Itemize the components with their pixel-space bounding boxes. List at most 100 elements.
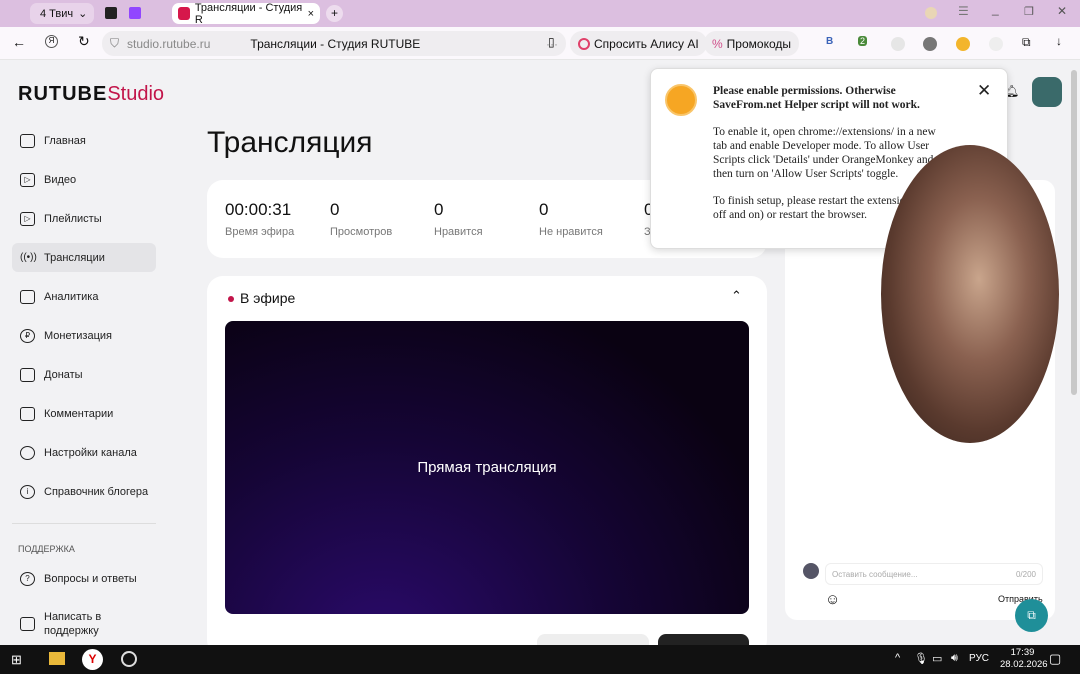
language-indicator[interactable]: РУС xyxy=(969,653,989,664)
sidebar-item-label: Написать в поддержку xyxy=(44,611,102,637)
stat-label: Нравится xyxy=(434,226,483,238)
taskbar: ⊞ Y ^ 🎙︎ ▭ 🔊︎ РУС 17:39 28.02.2026 ▢ xyxy=(0,645,1080,674)
chat-bubbles-icon: ⧉ xyxy=(1027,608,1036,622)
notifications-icon[interactable]: ▢ xyxy=(1049,651,1061,667)
extension-icon[interactable] xyxy=(891,37,905,51)
yandex-browser-icon[interactable]: Y xyxy=(82,649,103,670)
sidebar-item-label: Справочник блогера xyxy=(44,485,149,498)
tab-label: Трансляции - Студия R xyxy=(194,1,303,26)
clock[interactable]: 17:39 28.02.2026 xyxy=(1000,647,1048,671)
back-icon[interactable]: ← xyxy=(12,34,26,50)
windows-start-icon[interactable]: ⊞ xyxy=(11,652,22,668)
tray-up-icon[interactable]: ^ xyxy=(895,652,900,664)
network-icon[interactable]: ▭ xyxy=(932,652,942,665)
microphone-icon[interactable]: 🎙︎ xyxy=(914,652,928,665)
extension-badge-icon[interactable]: 2 xyxy=(858,36,868,46)
analytics-icon xyxy=(20,289,35,304)
bookmark-icon[interactable]: ▯ xyxy=(548,35,555,49)
scrollbar[interactable] xyxy=(1071,70,1077,395)
volume-icon[interactable]: 🔊︎ xyxy=(951,652,958,665)
file-explorer-icon[interactable] xyxy=(49,652,65,665)
live-label: В эфире xyxy=(240,290,296,306)
chat-message-input[interactable]: Оставить сообщение... 0/200 xyxy=(825,563,1043,585)
sidebar-item-contact-support[interactable]: Написать в поддержку xyxy=(12,608,156,640)
stat-label: Не нравится xyxy=(539,226,603,238)
extension-icon[interactable] xyxy=(989,37,1003,51)
sidebar-item-monetization[interactable]: ₽ Монетизация xyxy=(12,321,156,350)
rutube-studio-logo[interactable]: RUTUBEStudio xyxy=(18,83,164,106)
sidebar-item-label: Трансляции xyxy=(44,251,105,264)
extension-badge: 2 xyxy=(860,36,866,46)
sidebar-item-label: Комментарии xyxy=(44,407,114,420)
reload-icon[interactable]: ↻ xyxy=(78,33,90,50)
time: 17:39 xyxy=(1010,647,1035,658)
sidebar-item-guide[interactable]: i Справочник блогера xyxy=(12,477,156,506)
broadcast-icon: ((•)) xyxy=(20,252,37,263)
window-close-icon[interactable]: ✕ xyxy=(1057,4,1067,18)
rutube-tab-icon[interactable] xyxy=(105,7,117,19)
sidebar-item-home[interactable]: Главная xyxy=(12,126,156,155)
close-icon[interactable]: × xyxy=(308,8,314,20)
sidebar-item-label: Монетизация xyxy=(44,329,112,342)
stat-airtime: 00:00:31 Время эфира xyxy=(225,200,294,238)
popup-title: Please enable permissions. Otherwise Sav… xyxy=(713,85,920,111)
stat-likes: 0 Нравится xyxy=(434,200,483,238)
sidebar-item-label: Аналитика xyxy=(44,290,99,303)
page-title-text: Трансляции - Студия RUTUBE xyxy=(250,36,421,51)
shield-icon: ⛉ xyxy=(110,36,120,50)
menu-icon[interactable]: ☰ xyxy=(958,4,969,18)
sidebar-item-settings[interactable]: Настройки канала xyxy=(12,438,156,467)
promo-button[interactable]: % Промокоды xyxy=(704,31,799,56)
stat-value: 00:00:31 xyxy=(225,200,292,219)
rutube-favicon xyxy=(178,7,190,20)
address-bar-row: ← Я ↻ ⛉ studio.rutube.ru Трансляции - Ст… xyxy=(0,27,1080,60)
tab-group-twitch[interactable]: 4 Твич ⌄ xyxy=(34,3,94,24)
tab-active[interactable]: Трансляции - Студия R × xyxy=(172,1,320,26)
sidebar-item-label: Главная xyxy=(44,134,86,147)
page-title: Трансляция xyxy=(207,126,373,159)
mail-icon xyxy=(20,617,35,631)
sidebar-item-broadcasts[interactable]: ((•)) Трансляции xyxy=(12,243,156,272)
orange-icon xyxy=(665,84,697,116)
vk-extension-icon[interactable]: B xyxy=(826,36,833,47)
obs-icon[interactable] xyxy=(121,651,137,667)
support-chat-fab[interactable]: ⧉ xyxy=(1015,599,1048,632)
sidebar-item-analytics[interactable]: Аналитика xyxy=(12,282,156,311)
live-dot-icon xyxy=(228,296,234,302)
minimize-icon[interactable]: _ xyxy=(992,2,999,16)
restore-icon[interactable]: ❐ xyxy=(1024,5,1034,18)
close-icon[interactable]: ✕ xyxy=(977,81,991,101)
channel-avatar[interactable] xyxy=(1032,77,1062,107)
video-player[interactable]: Прямая трансляция xyxy=(225,321,749,614)
promo-label: Промокоды xyxy=(726,36,791,51)
sidebar-item-label: Настройки канала xyxy=(44,446,137,459)
sidebar-item-playlists[interactable]: ▷ Плейлисты xyxy=(12,204,156,233)
sidebar-item-video[interactable]: ▷ Видео xyxy=(12,165,156,194)
alice-icon xyxy=(578,37,590,50)
tab-label: 4 Твич xyxy=(40,7,74,20)
sidebar-item-comments[interactable]: Комментарии xyxy=(12,399,156,428)
sidebar-divider xyxy=(12,523,156,524)
download-icon[interactable]: ↓ xyxy=(1056,34,1062,48)
home-icon xyxy=(20,133,35,148)
alice-button[interactable]: Спросить Алису AI xyxy=(570,31,707,56)
chevron-up-icon[interactable]: ⌃ xyxy=(731,288,742,304)
logo-brand: RUTUBE xyxy=(18,83,108,105)
stat-dislikes: 0 Не нравится xyxy=(539,200,603,238)
stat-views: 0 Просмотров xyxy=(330,200,392,238)
settings-icon xyxy=(20,445,35,460)
new-tab-icon[interactable]: + xyxy=(326,5,343,22)
url-field[interactable]: ⛉ studio.rutube.ru Трансляции - Студия R… xyxy=(102,31,566,56)
extensions-icon[interactable]: ⧉ xyxy=(1022,35,1031,50)
extension-icon[interactable] xyxy=(923,37,937,51)
popup-body: To enable it, open chrome://extensions/ … xyxy=(713,126,936,180)
sidebar-item-label: Донаты xyxy=(44,368,83,381)
info-icon: i xyxy=(20,484,35,499)
twitch-tab-icon[interactable] xyxy=(129,7,141,19)
sidebar-item-faq[interactable]: ? Вопросы и ответы xyxy=(12,564,156,593)
savefrom-extension-icon[interactable] xyxy=(956,37,970,51)
sidebar-item-donations[interactable]: Донаты xyxy=(12,360,156,389)
emoji-icon[interactable]: ☺ xyxy=(825,591,840,608)
profile-icon[interactable] xyxy=(925,7,937,19)
yandex-icon[interactable]: Я xyxy=(45,35,58,48)
